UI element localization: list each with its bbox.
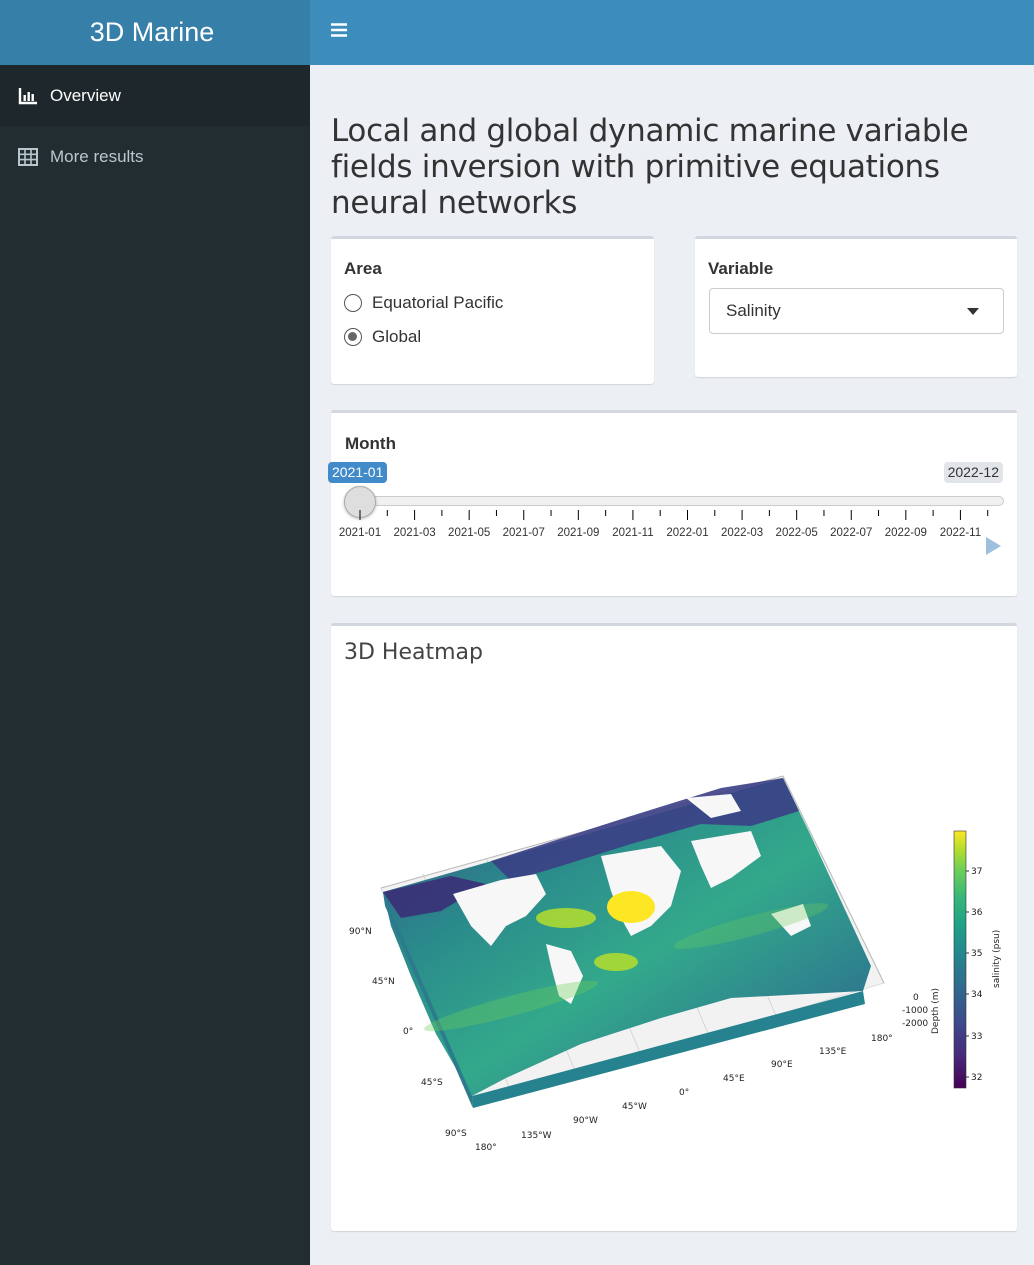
heatmap-plot[interactable]: 90°N 45°N 0° 45°S 90°S 180° 135°W 90°W 4…	[331, 626, 1017, 1231]
lat-tick-label: 0°	[403, 1027, 413, 1037]
slider-tick-label: 2021-01	[339, 527, 381, 539]
depth-tick-label: -1000	[902, 1006, 928, 1016]
radio-label: Equatorial Pacific	[372, 293, 504, 312]
variable-selected-value: Salinity	[726, 301, 781, 320]
lon-tick-label: 0°	[679, 1088, 689, 1098]
variable-select[interactable]: Salinity	[709, 288, 1004, 334]
bar-chart-icon	[18, 87, 37, 104]
colorbar-tick-label: 32	[971, 1073, 982, 1083]
depth-axis-label: Depth (m)	[931, 988, 941, 1034]
lon-tick-label: 180°	[871, 1034, 893, 1044]
slider-ticks: 2021-01 2021-03 2021-05 2021-07 2021-09 2021-…	[339, 510, 989, 539]
lon-tick-label: 90°E	[771, 1060, 793, 1070]
depth-tick-label: 0	[913, 993, 919, 1003]
app-logo[interactable]: 3D Marine	[0, 0, 310, 65]
heatmap-box: 3D Heatmap 90°N 45°N 0° 45°S 90°S 180° 1…	[331, 623, 1017, 1231]
high-salinity-patch	[594, 953, 638, 971]
lon-tick-label: 135°W	[521, 1131, 552, 1141]
sidebar-item-overview[interactable]: Overview	[0, 65, 310, 126]
table-icon	[18, 147, 38, 166]
slider-tick-label: 2022-07	[830, 527, 872, 539]
lon-tick-label: 135°E	[819, 1047, 847, 1057]
area-label: Area	[344, 259, 382, 278]
colorbar-label: salinity (psu)	[992, 930, 1002, 988]
slider-tick-label: 2021-03	[393, 527, 435, 539]
lat-tick-label: 45°S	[421, 1078, 443, 1088]
high-salinity-patch	[536, 908, 596, 928]
slider-max-label: 2022-12	[943, 462, 1003, 483]
slider-tick-label: 2022-09	[885, 527, 927, 539]
month-box: Month 2021-01 2022-12 2021-01 2021-03 2021…	[328, 410, 1017, 596]
sidebar-item-more-results[interactable]: More results	[0, 126, 310, 187]
slider-tick-label: 2021-05	[448, 527, 490, 539]
lon-tick-label: 180°	[475, 1143, 497, 1153]
radio-button[interactable]	[344, 294, 362, 312]
slider-tick-label: 2022-01	[666, 527, 708, 539]
depth-axis: 0 -1000 -2000 Depth (m)	[902, 988, 941, 1034]
area-box: Area Equatorial Pacific Global	[331, 236, 654, 384]
lat-tick-label: 90°N	[349, 927, 372, 937]
variable-label: Variable	[708, 259, 774, 278]
sidebar-item-label: More results	[50, 146, 144, 166]
slider-tick-label: 2022-11	[940, 527, 981, 539]
caret-down-icon	[967, 308, 979, 315]
lat-tick-label: 45°N	[372, 977, 395, 987]
colorbar-tick-label: 33	[971, 1032, 982, 1042]
high-salinity-patch	[607, 891, 655, 923]
colorbar	[953, 830, 967, 1089]
lon-tick-label: 45°W	[622, 1102, 647, 1112]
sidebar-item-label: Overview	[50, 85, 121, 105]
radio-button-checked[interactable]	[344, 328, 362, 346]
slider-tick-label: 2021-11	[612, 527, 653, 539]
slider-tick-label: 2021-07	[503, 527, 545, 539]
month-label: Month	[345, 434, 396, 453]
lon-tick-label: 90°W	[573, 1116, 598, 1126]
top-navbar	[310, 0, 1034, 65]
colorbar-tick-label: 34	[971, 990, 983, 1000]
lon-tick-label: 45°E	[723, 1074, 745, 1084]
hamburger-menu-icon[interactable]	[330, 19, 350, 43]
radio-label: Global	[372, 327, 422, 346]
colorbar-tick-label: 37	[971, 867, 982, 877]
colorbar-ticks: 37 36 35 34 33 32 salinity (psu)	[966, 867, 1002, 1083]
colorbar-tick-label: 35	[971, 949, 982, 959]
depth-tick-label: -2000	[902, 1019, 928, 1029]
variable-box: Variable Salinity	[695, 236, 1017, 377]
play-icon[interactable]	[986, 537, 1001, 555]
radio-equatorial-pacific[interactable]: Equatorial Pacific	[344, 293, 503, 313]
colorbar-tick-label: 36	[971, 908, 983, 918]
slider-tick-label: 2022-03	[721, 527, 763, 539]
slider-track[interactable]	[361, 496, 1004, 506]
slider-value-label: 2021-01	[328, 462, 388, 483]
page-title: Local and global dynamic marine variable…	[331, 113, 969, 221]
slider-tick-label: 2021-09	[557, 527, 599, 539]
radio-global[interactable]: Global	[344, 327, 421, 347]
lat-tick-label: 90°S	[445, 1129, 467, 1139]
slider-tick-label: 2022-05	[776, 527, 818, 539]
sidebar: 3D Marine Overview More results	[0, 0, 310, 1265]
